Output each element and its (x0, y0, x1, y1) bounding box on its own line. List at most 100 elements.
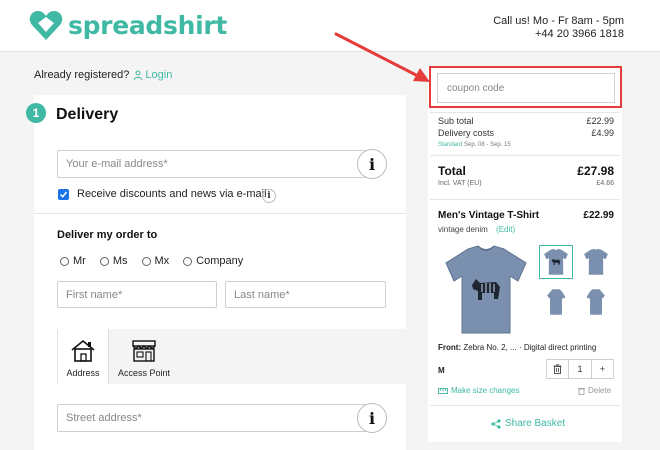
radio-mr[interactable]: Mr (60, 255, 86, 267)
tab-address[interactable]: Address (57, 329, 109, 384)
total-label: Total (438, 164, 466, 178)
product-image[interactable] (440, 243, 532, 337)
divider (430, 199, 620, 200)
divider (34, 213, 406, 214)
first-name-input[interactable]: First name* (57, 281, 217, 308)
trash-icon (578, 387, 585, 395)
radio-label: Ms (112, 255, 128, 267)
radio-label: Mx (154, 255, 170, 267)
delivery-title: Delivery (56, 106, 119, 123)
street-address-input[interactable]: Street address* (57, 404, 367, 432)
header: spreadshirt Call us! Mo - Fr 8am - 5pm +… (0, 0, 660, 52)
subtotal-row: Sub total £22.99 (438, 116, 614, 126)
login-link[interactable]: Login (133, 69, 172, 81)
spreadshirt-logo[interactable]: spreadshirt (28, 8, 227, 42)
front-design: Zebra No. 2, ... (463, 343, 517, 352)
tab-address-label: Address (66, 368, 100, 378)
radio-label: Mr (73, 255, 86, 267)
email-placeholder: Your e-mail address* (66, 158, 168, 170)
divider (430, 155, 620, 156)
tab-access-point-label: Access Point (117, 368, 171, 378)
house-icon (71, 339, 95, 362)
newsletter-checkbox[interactable] (58, 189, 69, 200)
product-thumbnail-back[interactable] (579, 245, 613, 279)
coupon-highlight-box (429, 66, 622, 108)
quantity-value[interactable]: 1 (568, 360, 590, 378)
delivery-form-card (34, 95, 406, 450)
email-info-button[interactable]: i (357, 149, 387, 179)
product-price: £22.99 (583, 210, 614, 221)
product-thumbnail-left[interactable] (539, 285, 573, 319)
vat-value: £4.66 (596, 180, 614, 187)
login-label: Login (145, 69, 173, 81)
print-method: · Digital direct printing (518, 343, 597, 352)
radio-mx[interactable]: Mx (141, 255, 170, 267)
variant-color: vintage denim (438, 225, 488, 234)
radio-ms[interactable]: Ms (99, 255, 128, 267)
product-size: M (438, 366, 445, 375)
contact-hours: Call us! Mo - Fr 8am - 5pm (493, 15, 624, 27)
delivery-costs-label: Delivery costs (438, 128, 495, 138)
standard-label: Standard (438, 142, 463, 148)
delivery-costs-value: £4.99 (591, 128, 614, 138)
tshirt-back-icon (584, 248, 608, 275)
product-thumbnail-right[interactable] (579, 285, 613, 319)
total-value: £27.98 (577, 164, 614, 178)
delete-label: Delete (588, 386, 612, 395)
contact-info: Call us! Mo - Fr 8am - 5pm +44 20 3966 1… (493, 15, 624, 41)
tshirt-front-icon (544, 248, 568, 275)
share-basket-label: Share Basket (505, 418, 566, 429)
divider (430, 112, 620, 113)
standard-dates: Sep. 08 - Sep. 15 (464, 142, 511, 148)
radio-company[interactable]: Company (183, 255, 243, 267)
newsletter-label: Receive discounts and news via e-mail (77, 188, 267, 200)
edit-product-link[interactable]: (Edit) (496, 225, 515, 234)
vat-row: Incl. VAT (EU) £4.66 (438, 180, 614, 187)
checkmark-icon (59, 191, 68, 198)
user-icon (133, 70, 143, 80)
share-icon (491, 418, 501, 429)
quantity-stepper: 1 + (546, 359, 614, 379)
already-registered: Already registered? Login (34, 69, 172, 81)
tshirt-right-side-icon (586, 289, 605, 315)
print-details: Front: Zebra No. 2, ... · Digital direct… (438, 343, 618, 352)
vat-label: Incl. VAT (EU) (438, 180, 482, 187)
contact-phone: +44 20 3966 1818 (534, 28, 624, 40)
radio-label: Company (196, 255, 244, 267)
share-basket-link[interactable]: Share Basket (491, 418, 565, 429)
delete-link[interactable]: Delete (578, 386, 611, 395)
brand-name: spreadshirt (68, 10, 228, 40)
product-name: Men's Vintage T-Shirt (438, 210, 540, 221)
street-placeholder: Street address* (66, 412, 142, 424)
street-info-button[interactable]: i (357, 403, 387, 433)
delivery-method-strip (57, 329, 406, 384)
shop-icon (132, 340, 156, 362)
registered-prompt: Already registered? (34, 69, 130, 81)
product-thumbnail-front[interactable] (539, 245, 573, 279)
size-change-link[interactable]: Make size changes (438, 386, 519, 395)
salutation-radio-group: Mr Ms Mx Company (60, 255, 257, 267)
deliver-order-to-label: Deliver my order to (57, 229, 158, 241)
total-row: Total £27.98 (438, 164, 614, 178)
last-name-placeholder: Last name* (234, 288, 290, 301)
delivery-costs-row: Delivery costs £4.99 (438, 128, 614, 138)
shipping-estimate: Standard Sep. 08 - Sep. 15 (438, 142, 511, 148)
front-label: Front: (438, 343, 462, 352)
radio-circle (183, 256, 193, 266)
heart-logo-icon (29, 11, 63, 40)
radio-circle (141, 256, 151, 266)
product-variant: vintage denim (Edit) (438, 225, 515, 234)
radio-circle (99, 256, 109, 266)
tshirt-left-side-icon (547, 289, 566, 315)
size-change-label: Make size changes (451, 386, 520, 395)
tab-access-point[interactable]: Access Point (112, 329, 176, 384)
quantity-increase-button[interactable]: + (590, 360, 613, 378)
trash-button[interactable] (547, 360, 568, 378)
last-name-input[interactable]: Last name* (225, 281, 386, 308)
divider (430, 405, 620, 406)
email-input[interactable]: Your e-mail address* (57, 150, 367, 178)
newsletter-info-button[interactable]: i (262, 189, 276, 203)
ruler-icon (438, 387, 448, 394)
trash-icon (553, 364, 562, 374)
subtotal-value: £22.99 (586, 116, 614, 126)
